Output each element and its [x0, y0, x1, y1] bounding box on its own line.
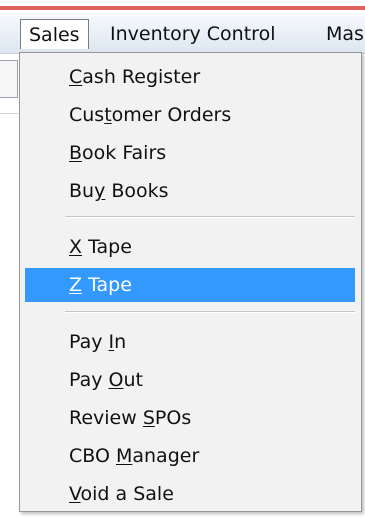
menu-item-text: omer Orders — [111, 104, 232, 126]
menu-item-pay-in[interactable]: Pay In — [25, 325, 355, 359]
window-title-strip — [0, 0, 365, 16]
menu-item-text: ut — [123, 369, 144, 391]
menu-item-text: Pay — [69, 331, 109, 353]
menu-bar: Sales Inventory Control Mas — [0, 16, 365, 54]
menubar-inventory-control[interactable]: Inventory Control — [102, 19, 283, 49]
menu-item-void-a-sale[interactable]: Void a Sale — [25, 477, 355, 511]
accelerator-key: X — [69, 236, 83, 258]
menu-item-cbo-manager[interactable]: CBO Manager — [25, 439, 355, 473]
menu-item-text: n — [114, 331, 127, 353]
accelerator-key: y — [94, 180, 106, 202]
menu-item-cash-register[interactable]: Cash Register — [25, 60, 355, 94]
accelerator-key: C — [69, 66, 83, 88]
accelerator-key: O — [108, 369, 124, 391]
accelerator-key: Z — [69, 274, 83, 296]
menu-separator — [65, 311, 355, 313]
menu-item-text: Tape — [82, 236, 132, 258]
accelerator-key: S — [142, 407, 155, 429]
menu-item-text: POs — [154, 407, 192, 429]
accelerator-key: V — [69, 483, 81, 505]
title-accent-line — [0, 6, 365, 10]
menu-item-text: Pay — [69, 369, 109, 391]
sales-dropdown-menu: Cash Register Customer Orders Book Fairs… — [19, 52, 362, 512]
menu-item-customer-orders[interactable]: Customer Orders — [25, 98, 355, 132]
menu-item-book-fairs[interactable]: Book Fairs — [25, 136, 355, 170]
menu-item-x-tape[interactable]: X Tape — [25, 230, 355, 264]
menu-item-text: Review — [69, 407, 143, 429]
menu-separator — [65, 216, 355, 218]
menu-item-buy-books[interactable]: Buy Books — [25, 174, 355, 208]
accelerator-key: M — [115, 445, 133, 467]
accelerator-key: t — [104, 104, 112, 126]
menu-item-text: CBO — [69, 445, 116, 467]
menu-item-text: Cus — [69, 104, 105, 126]
menu-item-text: Books — [105, 180, 169, 202]
menu-item-text: anager — [132, 445, 200, 467]
background-control-fragment — [0, 60, 18, 98]
menu-item-text: Tape — [82, 274, 132, 296]
menubar-mas[interactable]: Mas — [318, 19, 365, 49]
menubar-sales[interactable]: Sales — [20, 19, 89, 49]
menu-item-text: ook Fairs — [82, 142, 167, 164]
menu-item-z-tape[interactable]: Z Tape — [25, 268, 355, 302]
menu-item-review-spos[interactable]: Review SPOs — [25, 401, 355, 435]
menu-item-pay-out[interactable]: Pay Out — [25, 363, 355, 397]
accelerator-key: B — [69, 142, 83, 164]
menu-item-text: oid a Sale — [80, 483, 174, 505]
menu-item-text: ash Register — [82, 66, 201, 88]
background-divider — [0, 113, 18, 114]
menu-item-text: Bu — [69, 180, 95, 202]
